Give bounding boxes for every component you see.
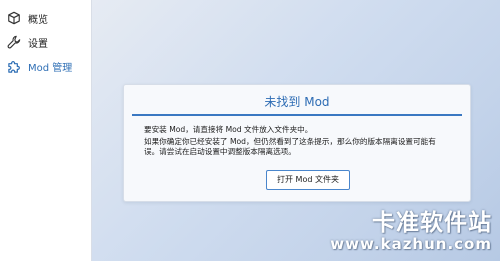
main-content: 未找到 Mod 要安装 Mod，请直接将 Mod 文件放入文件夹中。 如果你确定… bbox=[92, 0, 500, 261]
sidebar-item-settings[interactable]: 设置 bbox=[6, 32, 48, 52]
sidebar: 概览 设置 Mod 管理 bbox=[0, 0, 92, 261]
hint-text-line: 如果你确定你已经安装了 Mod，但仍然看到了这条提示，那么你的版本隔离设置可能有 bbox=[144, 137, 436, 146]
puzzle-icon bbox=[6, 58, 22, 74]
watermark-title: 卡准软件站 bbox=[372, 210, 492, 236]
empty-state-card: 未找到 Mod 要安装 Mod，请直接将 Mod 文件放入文件夹中。 如果你确定… bbox=[123, 84, 471, 202]
hint-text-line: 要安装 Mod，请直接将 Mod 文件放入文件夹中。 bbox=[144, 125, 313, 134]
card-title: 未找到 Mod bbox=[264, 95, 330, 109]
cube-icon bbox=[6, 10, 22, 26]
wrench-icon bbox=[6, 34, 22, 50]
sidebar-item-label: 概览 bbox=[28, 14, 48, 26]
watermark-url: www.kazhun.com bbox=[330, 235, 492, 253]
title-divider bbox=[132, 114, 462, 116]
sidebar-item-mod-management[interactable]: Mod 管理 bbox=[6, 56, 72, 76]
open-mod-folder-button[interactable]: 打开 Mod 文件夹 bbox=[266, 170, 350, 190]
hint-text-line: 误。请尝试在启动设置中调整版本隔离选项。 bbox=[144, 147, 296, 156]
sidebar-item-overview[interactable]: 概览 bbox=[6, 8, 48, 28]
sidebar-item-label: Mod 管理 bbox=[28, 62, 73, 74]
sidebar-item-label: 设置 bbox=[28, 38, 48, 50]
